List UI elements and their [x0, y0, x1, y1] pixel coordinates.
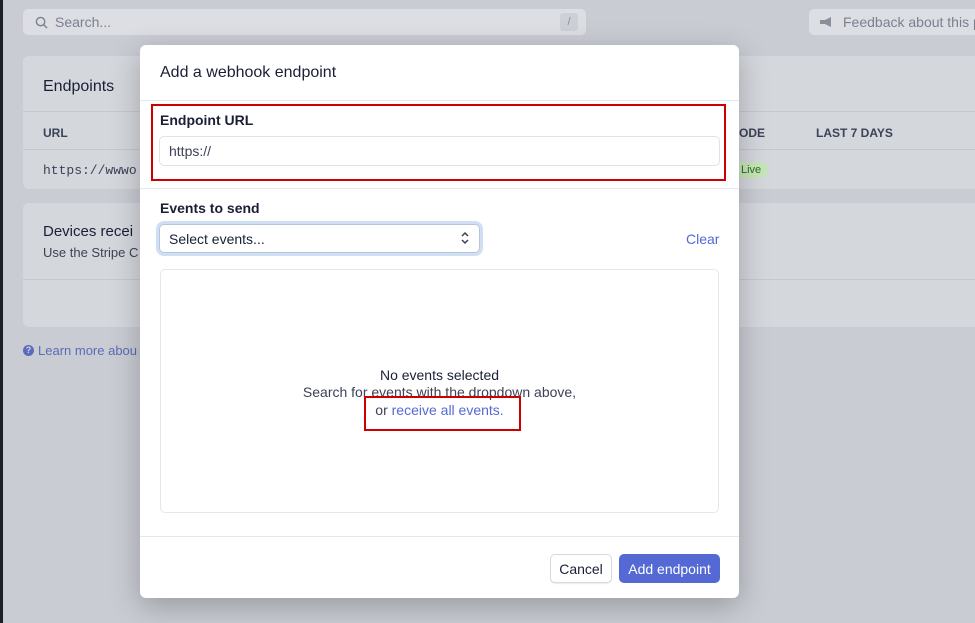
- learn-more-link[interactable]: ? Learn more abou: [23, 343, 137, 358]
- empty-state-or: or: [375, 402, 392, 418]
- endpoint-url-label: Endpoint URL: [160, 112, 254, 128]
- devices-subtitle: Use the Stripe C: [43, 245, 139, 260]
- column-header-last-7-days: LAST 7 DAYS: [816, 126, 893, 140]
- help-icon: ?: [23, 345, 34, 356]
- column-header-url: URL: [43, 126, 68, 140]
- add-webhook-modal: Add a webhook endpoint Endpoint URL http…: [140, 45, 739, 598]
- empty-state-title: No events selected: [379, 367, 500, 383]
- search-placeholder: Search...: [55, 14, 112, 30]
- add-endpoint-button[interactable]: Add endpoint: [619, 554, 720, 583]
- select-events-value: Select events...: [169, 230, 265, 247]
- search-shortcut-key: /: [560, 13, 578, 31]
- receive-all-events-link[interactable]: receive all events.: [392, 402, 504, 418]
- feedback-button[interactable]: Feedback about this p: [809, 9, 975, 35]
- clear-button[interactable]: Clear: [686, 231, 719, 247]
- learn-more-label: Learn more abou: [38, 343, 138, 358]
- endpoint-url-value: https://: [169, 143, 212, 159]
- modal-footer: Cancel Add endpoint: [140, 536, 739, 598]
- devices-title: Devices recei: [43, 223, 134, 240]
- endpoint-url-input[interactable]: https://: [159, 136, 720, 166]
- empty-state-link-line: or receive all events.: [161, 402, 718, 418]
- selected-events-panel: No events selected Search for events wit…: [160, 269, 719, 513]
- endpoints-title: Endpoints: [43, 78, 115, 95]
- select-events-dropdown[interactable]: Select events...: [159, 224, 480, 253]
- megaphone-icon: [820, 17, 831, 27]
- feedback-label: Feedback about this p: [843, 14, 975, 30]
- cancel-button[interactable]: Cancel: [550, 554, 612, 583]
- empty-state-subtitle: Search for events with the dropdown abov…: [302, 384, 577, 400]
- search-bar[interactable]: Search... /: [23, 9, 586, 35]
- search-icon: [35, 16, 48, 29]
- modal-title: Add a webhook endpoint: [160, 64, 337, 81]
- column-header-mode: ODE: [739, 126, 766, 140]
- section-divider: [140, 188, 739, 189]
- chevron-up-down-icon: [460, 231, 470, 248]
- events-to-send-label: Events to send: [160, 200, 260, 216]
- endpoint-row-url[interactable]: https://wwwo: [43, 163, 137, 178]
- modal-header: Add a webhook endpoint: [140, 45, 739, 101]
